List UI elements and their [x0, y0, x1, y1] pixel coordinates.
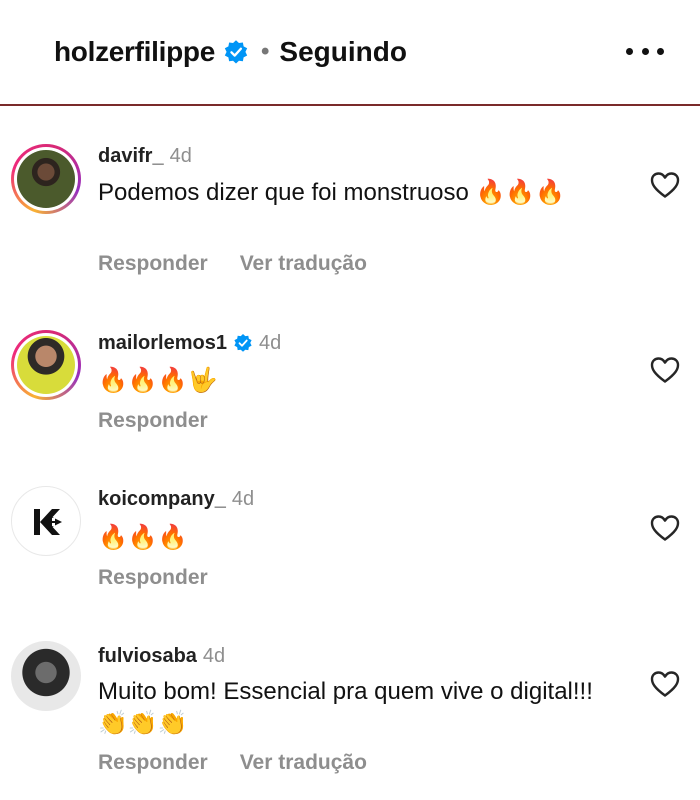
comment-text: 🔥🔥🔥	[98, 523, 188, 551]
avatar[interactable]	[11, 330, 81, 400]
avatar-photo	[17, 336, 75, 394]
reply-button[interactable]: Responder	[98, 409, 208, 433]
avatar[interactable]	[11, 641, 81, 711]
avatar-photo	[11, 641, 81, 711]
avatar[interactable]	[11, 144, 81, 214]
comment-header: koicompany_ 4d	[98, 486, 254, 512]
comment-text: 🔥🔥🔥🤟	[98, 366, 218, 394]
verified-badge-icon	[224, 40, 248, 64]
reply-button[interactable]: Responder	[98, 566, 208, 590]
avatar-logo	[11, 486, 81, 556]
comment-text: Podemos dizer que foi monstruoso 🔥🔥🔥	[98, 179, 566, 206]
comment-time: 4d	[169, 144, 192, 167]
reply-button[interactable]: Responder	[98, 252, 208, 276]
koi-logo-icon	[34, 509, 62, 535]
comment-username[interactable]: mailorlemos1	[98, 332, 227, 355]
reply-button[interactable]: Responder	[98, 751, 208, 775]
comment-time: 4d	[258, 331, 282, 354]
more-options-icon[interactable]	[626, 44, 664, 58]
comment-username[interactable]: davifr_	[98, 145, 164, 168]
avatar[interactable]	[11, 486, 81, 556]
following-status[interactable]: Seguindo	[279, 36, 407, 68]
comment-actions: Responder Ver tradução	[98, 750, 367, 776]
header-username[interactable]: holzerfilippe	[54, 36, 215, 68]
see-translation-button[interactable]: Ver tradução	[240, 252, 367, 276]
comment-username[interactable]: fulviosaba	[98, 645, 197, 668]
comment-header: mailorlemos1 4d	[98, 330, 281, 356]
comment-actions: Responder Ver tradução	[98, 251, 367, 277]
heart-outline-icon[interactable]	[650, 670, 680, 698]
see-translation-button[interactable]: Ver tradução	[240, 751, 367, 775]
verified-badge-icon	[234, 334, 252, 352]
header-separator: •	[261, 38, 270, 65]
comment-header: davifr_ 4d	[98, 143, 192, 169]
comment-actions: Responder	[98, 408, 208, 434]
post-header: holzerfilippe • Seguindo	[0, 0, 700, 106]
comment-time: 4d	[231, 487, 255, 510]
comment-username[interactable]: koicompany_	[98, 488, 226, 511]
comment-header: fulviosaba 4d	[98, 643, 225, 669]
header-account-row: holzerfilippe • Seguindo	[54, 34, 407, 70]
heart-outline-icon[interactable]	[650, 171, 680, 199]
comment-actions: Responder	[98, 565, 208, 591]
heart-outline-icon[interactable]	[650, 356, 680, 384]
comment-text: Muito bom! Essencial pra quem vive o dig…	[98, 678, 593, 737]
heart-outline-icon[interactable]	[650, 514, 680, 542]
avatar-photo	[17, 150, 75, 208]
comment-time: 4d	[202, 644, 226, 667]
